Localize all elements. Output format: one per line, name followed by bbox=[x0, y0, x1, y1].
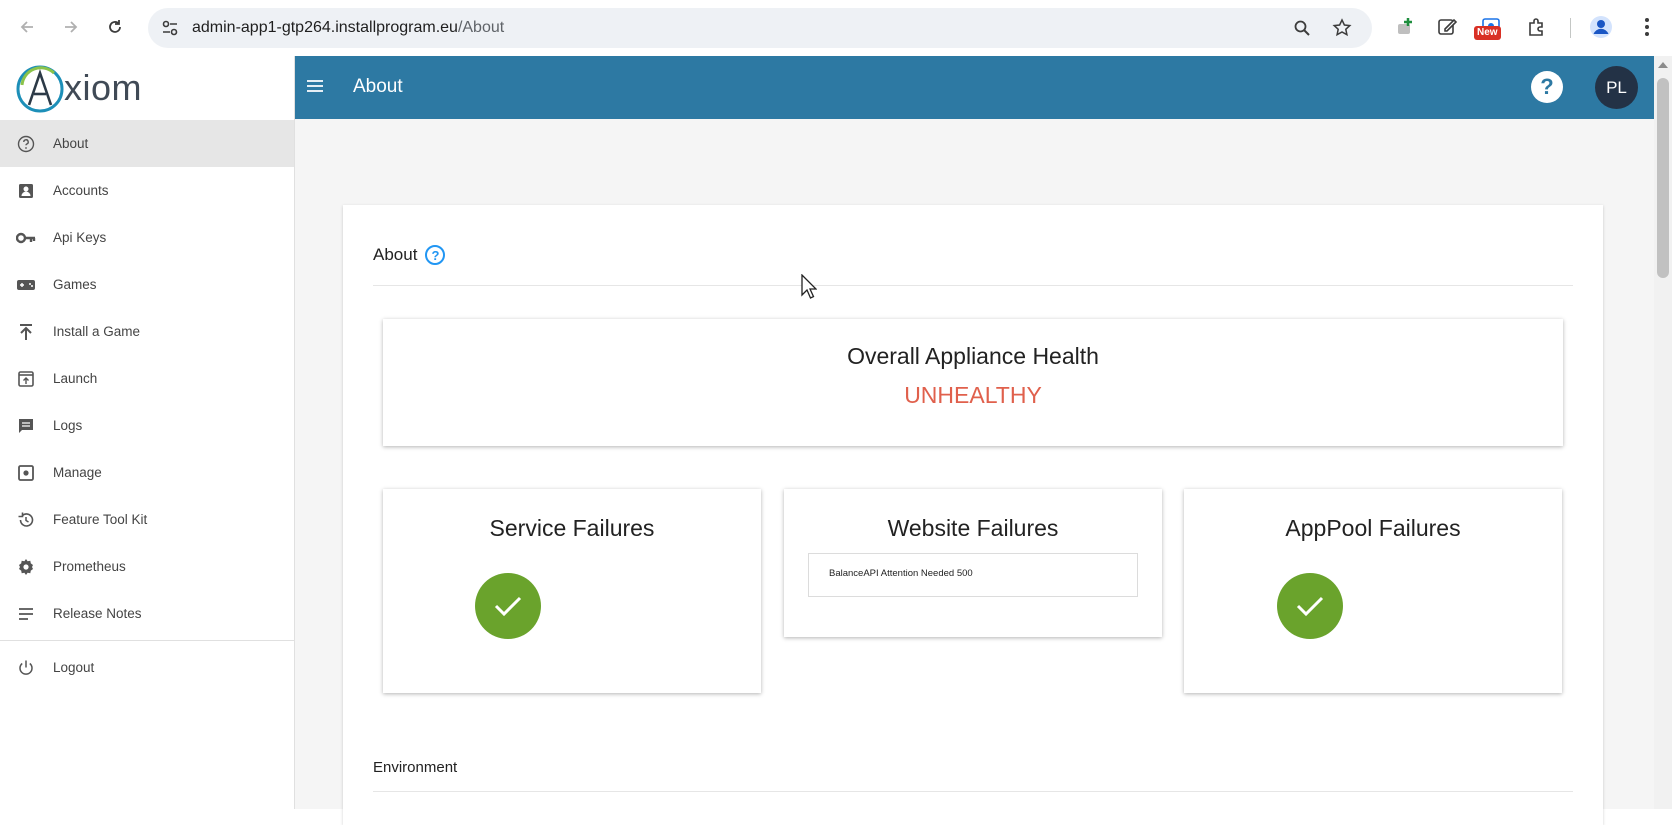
about-card: About ? Overall Appliance Health UNHEALT… bbox=[343, 205, 1603, 825]
gamepad-icon bbox=[16, 275, 36, 295]
sidebar-item-label: Install a Game bbox=[53, 324, 141, 339]
account-box-icon bbox=[16, 181, 36, 201]
help-circle-icon bbox=[16, 134, 36, 154]
mouse-cursor-icon bbox=[801, 273, 818, 305]
sidebar-item-launch[interactable]: Launch bbox=[0, 355, 294, 402]
sidebar-item-prometheus[interactable]: Prometheus bbox=[0, 543, 294, 590]
help-circle-icon[interactable]: ? bbox=[425, 245, 446, 265]
url-path: /About bbox=[457, 19, 505, 36]
sidebar-item-release-notes[interactable]: Release Notes bbox=[0, 590, 294, 637]
sidebar-item-label: Api Keys bbox=[53, 230, 107, 245]
sidebar-item-manage[interactable]: Manage bbox=[0, 449, 294, 496]
hamburger-menu-icon[interactable] bbox=[305, 78, 325, 99]
launch-window-icon bbox=[16, 369, 36, 389]
sidebar-divider bbox=[0, 640, 294, 641]
sidebar-item-logs[interactable]: Logs bbox=[0, 402, 294, 449]
page-scrollbar[interactable] bbox=[1654, 56, 1672, 809]
address-bar[interactable]: admin-app1-gtp264.installprogram.eu/Abou… bbox=[148, 8, 1372, 48]
logo-text: xiom bbox=[64, 67, 143, 108]
website-failures-title: Website Failures bbox=[887, 515, 1059, 541]
notes-icon bbox=[16, 604, 36, 624]
divider bbox=[373, 285, 1573, 286]
check-icon bbox=[1277, 573, 1343, 639]
gear-icon bbox=[16, 557, 36, 577]
forward-icon[interactable] bbox=[58, 14, 84, 40]
edit-icon[interactable] bbox=[1434, 14, 1460, 40]
sidebar-item-label: Games bbox=[53, 277, 97, 292]
service-failures-title: Service Failures bbox=[489, 515, 655, 541]
app-header: About ? PL bbox=[295, 56, 1654, 119]
overall-health-panel: Overall Appliance Health UNHEALTHY bbox=[383, 319, 1563, 446]
sidebar-item-label: About bbox=[53, 136, 89, 151]
new-badge: New bbox=[1474, 26, 1501, 40]
manage-icon bbox=[16, 463, 36, 483]
bookmark-star-icon[interactable] bbox=[1332, 18, 1352, 38]
zoom-icon[interactable] bbox=[1292, 18, 1312, 38]
browser-toolbar: admin-app1-gtp264.installprogram.eu/Abou… bbox=[0, 0, 1672, 56]
sidebar-item-feature-tool-kit[interactable]: Feature Tool Kit bbox=[0, 496, 294, 543]
sidebar-item-accounts[interactable]: Accounts bbox=[0, 167, 294, 214]
check-icon bbox=[475, 573, 541, 639]
sidebar-item-label: Prometheus bbox=[53, 559, 126, 574]
sidebar-item-install-a-game[interactable]: Install a Game bbox=[0, 308, 294, 355]
sidebar-item-logout[interactable]: Logout bbox=[0, 644, 294, 691]
history-icon bbox=[16, 510, 36, 530]
about-card-header: About ? bbox=[373, 245, 446, 265]
help-button[interactable]: ? bbox=[1531, 71, 1563, 103]
sidebar-item-label: Manage bbox=[53, 465, 102, 480]
power-icon bbox=[16, 658, 36, 678]
sidebar: xiom About Accounts Api Keys Games Insta… bbox=[0, 56, 295, 809]
website-failures-panel: Website Failures BalanceAPI Attention Ne… bbox=[784, 489, 1162, 637]
sidebar-item-api-keys[interactable]: Api Keys bbox=[0, 214, 294, 261]
page-title: About bbox=[353, 76, 403, 97]
extensions-puzzle-icon[interactable] bbox=[1524, 14, 1550, 40]
main-content: About ? Overall Appliance Health UNHEALT… bbox=[295, 119, 1654, 825]
extension-add-icon[interactable] bbox=[1392, 14, 1418, 40]
avatar[interactable]: PL bbox=[1595, 66, 1638, 109]
axiom-logo[interactable]: xiom bbox=[14, 60, 142, 116]
url-text[interactable]: admin-app1-gtp264.installprogram.eu/Abou… bbox=[192, 19, 504, 37]
reload-icon[interactable] bbox=[102, 14, 128, 40]
sidebar-item-about[interactable]: About bbox=[0, 120, 294, 167]
environment-heading: Environment bbox=[373, 759, 458, 776]
sidebar-item-label: Logout bbox=[53, 660, 95, 675]
card-title: About bbox=[373, 245, 418, 264]
health-title: Overall Appliance Health bbox=[847, 343, 1099, 369]
health-status: UNHEALTHY bbox=[904, 382, 1042, 408]
sidebar-item-label: Feature Tool Kit bbox=[53, 512, 148, 527]
scroll-thumb[interactable] bbox=[1657, 78, 1669, 278]
key-icon bbox=[16, 228, 36, 248]
sidebar-item-games[interactable]: Games bbox=[0, 261, 294, 308]
sidebar-item-label: Release Notes bbox=[53, 606, 142, 621]
url-host: admin-app1-gtp264.installprogram.eu bbox=[192, 19, 458, 36]
divider bbox=[373, 791, 1573, 792]
sidebar-menu: About Accounts Api Keys Games Install a … bbox=[0, 120, 294, 691]
apppool-failures-title: AppPool Failures bbox=[1285, 515, 1461, 541]
service-failures-panel: Service Failures bbox=[383, 489, 761, 693]
website-failure-item: BalanceAPI Attention Needed 500 bbox=[808, 553, 1138, 597]
sidebar-item-label: Logs bbox=[53, 418, 83, 433]
message-icon bbox=[16, 416, 36, 436]
sidebar-item-label: Launch bbox=[53, 371, 98, 386]
sidebar-item-label: Accounts bbox=[53, 183, 109, 198]
site-info-icon[interactable] bbox=[160, 18, 180, 43]
back-icon[interactable] bbox=[14, 14, 40, 40]
axiom-logo-mark-icon bbox=[16, 65, 64, 113]
toolbar-separator bbox=[1570, 18, 1571, 38]
upload-icon bbox=[16, 322, 36, 342]
scroll-up-arrow-icon[interactable] bbox=[1658, 62, 1668, 68]
browser-menu-icon[interactable] bbox=[1634, 14, 1660, 40]
apppool-failures-panel: AppPool Failures bbox=[1184, 489, 1562, 693]
profile-icon[interactable] bbox=[1588, 14, 1614, 40]
